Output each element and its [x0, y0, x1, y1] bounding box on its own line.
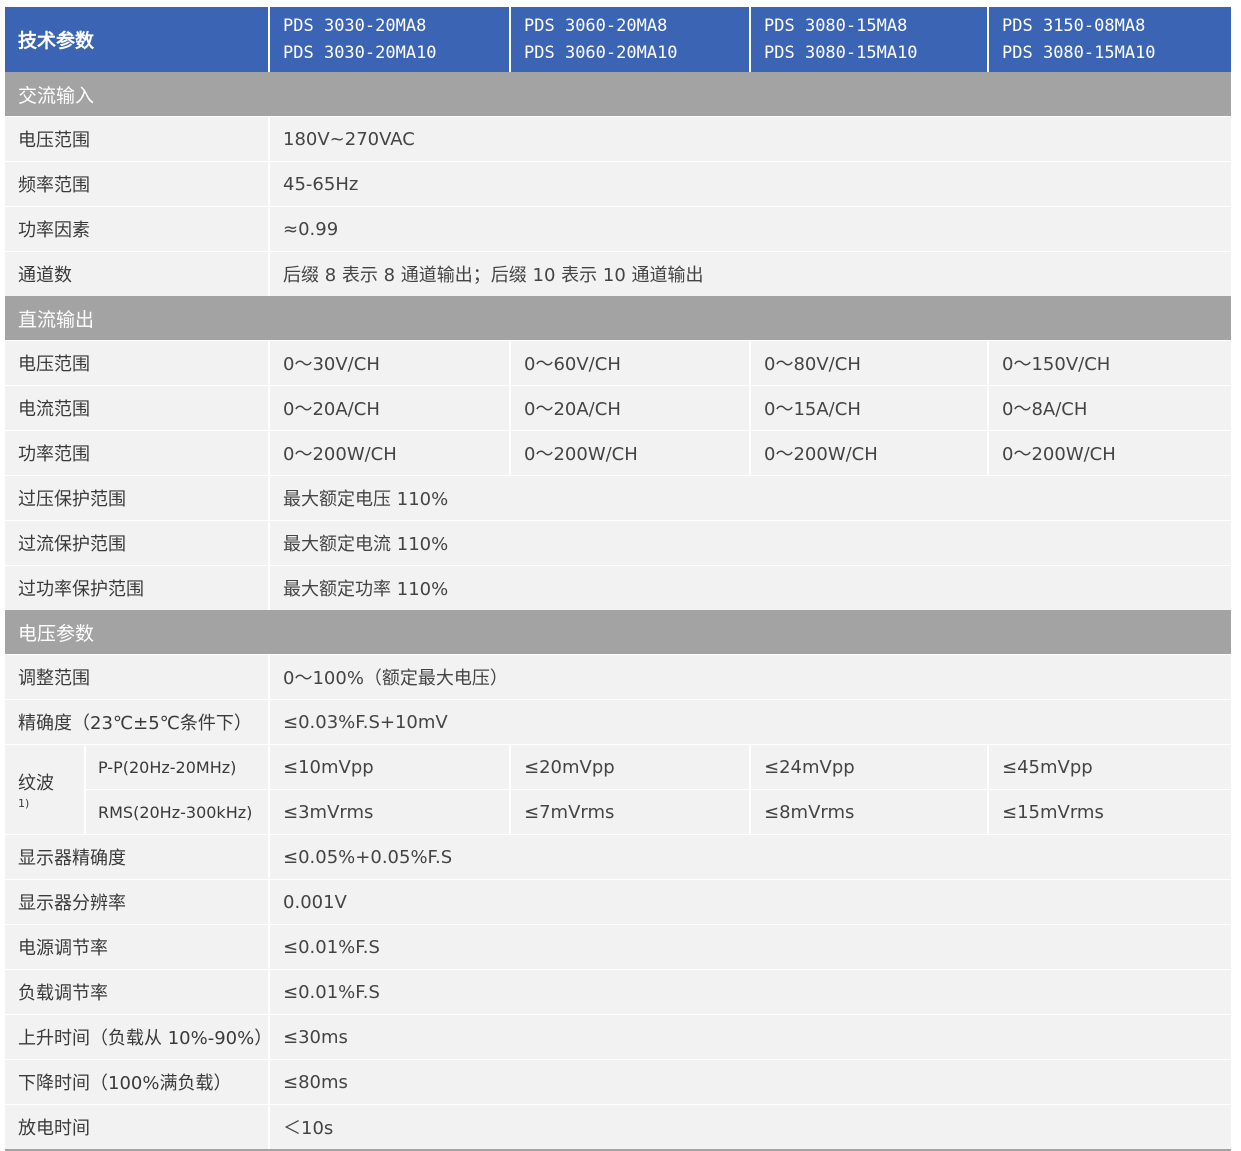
cell-value: ≤20mVpp [509, 744, 751, 790]
section-title: 交流输入 [5, 72, 1232, 117]
table-row: 功率范围 0～200W/CH 0～200W/CH 0～200W/CH 0～200… [5, 430, 1232, 476]
row-label: 过压保护范围 [5, 475, 270, 521]
spec-table: 技术参数 PDS 3030-20MA8 PDS 3030-20MA10 PDS 3… [5, 7, 1232, 1149]
header-row: 技术参数 PDS 3030-20MA8 PDS 3030-20MA10 PDS 3… [5, 7, 1232, 72]
row-value: 0～100%（额定最大电压） [268, 654, 1232, 700]
cell-value: ≤45mVpp [987, 744, 1232, 790]
row-label: 过流保护范围 [5, 520, 270, 566]
row-label: 电流范围 [5, 385, 270, 431]
table-row: 精确度（23℃±5℃条件下） ≤0.03%F.S+10mV [5, 699, 1232, 745]
table-row: 纹波 1) P-P(20Hz-20MHz) ≤10mVpp ≤20mVpp ≤24… [5, 744, 1232, 835]
row-value: ≤0.03%F.S+10mV [268, 699, 1232, 745]
row-label: 电压范围 [5, 340, 270, 386]
table-row: 下降时间（100%满负载） ≤80ms [5, 1059, 1232, 1105]
spec-table-wrapper: 技术参数 PDS 3030-20MA8 PDS 3030-20MA10 PDS 3… [5, 7, 1232, 1151]
cell-value: 0～200W/CH [509, 430, 751, 476]
row-label: 过功率保护范围 [5, 565, 270, 610]
row-value: 180V~270VAC [268, 116, 1232, 162]
cell-value: ≤15mVrms [987, 789, 1232, 835]
table-row: 显示器精确度 ≤0.05%+0.05%F.S [5, 834, 1232, 880]
row-label: 功率因素 [5, 206, 270, 252]
table-row: 放电时间 ＜10s [5, 1104, 1232, 1149]
row-label: 上升时间（负载从 10%-90%） [5, 1014, 272, 1060]
section-dc-output: 直流输出 [5, 296, 1232, 341]
cell-value: 0～200W/CH [268, 430, 511, 476]
row-value: 45-65Hz [268, 161, 1232, 207]
row-label: 电压范围 [5, 116, 270, 162]
cell-value: 0～30V/CH [268, 340, 511, 386]
table-row: 过流保护范围 最大额定电流 110% [5, 520, 1232, 566]
ripple-pp-label: P-P(20Hz-20MHz) [83, 744, 270, 790]
table-row: 过压保护范围 最大额定电压 110% [5, 475, 1232, 521]
section-ac-input: 交流输入 [5, 72, 1232, 117]
cell-value: ≤7mVrms [509, 789, 751, 835]
row-value: 最大额定电流 110% [268, 520, 1232, 566]
row-label: 显示器精确度 [5, 834, 270, 880]
row-label: 通道数 [5, 251, 270, 296]
row-value: 0.001V [268, 879, 1232, 925]
row-value: ≤0.05%+0.05%F.S [268, 834, 1232, 880]
row-label: 下降时间（100%满负载） [5, 1059, 270, 1105]
row-value: 最大额定电压 110% [268, 475, 1232, 521]
row-value: ≈0.99 [268, 206, 1232, 252]
cell-value: 0～8A/CH [987, 385, 1232, 431]
table-row: 显示器分辨率 0.001V [5, 879, 1232, 925]
table-row: 功率因素 ≈0.99 [5, 206, 1232, 252]
header-model-2: PDS 3060-20MA8 PDS 3060-20MA10 [509, 7, 751, 72]
header-model-1: PDS 3030-20MA8 PDS 3030-20MA10 [268, 7, 511, 72]
cell-value: 0～200W/CH [987, 430, 1232, 476]
row-value: ≤0.01%F.S [268, 969, 1232, 1015]
table-row: 电压范围 0～30V/CH 0～60V/CH 0～80V/CH 0～150V/C… [5, 340, 1232, 386]
row-label: 显示器分辨率 [5, 879, 270, 925]
row-label: 精确度（23℃±5℃条件下） [5, 699, 270, 745]
table-row: 电源调节率 ≤0.01%F.S [5, 924, 1232, 970]
cell-value: 0～80V/CH [749, 340, 989, 386]
table-row: 电流范围 0～20A/CH 0～20A/CH 0～15A/CH 0～8A/CH [5, 385, 1232, 431]
table-row: 电压范围 180V~270VAC [5, 116, 1232, 162]
ripple-note: 1) [18, 797, 30, 810]
header-model-3: PDS 3080-15MA8 PDS 3080-15MA10 [749, 7, 989, 72]
row-label: 调整范围 [5, 654, 270, 700]
section-title: 直流输出 [5, 296, 1232, 341]
row-value: ＜10s [268, 1104, 1232, 1149]
cell-value: ≤8mVrms [749, 789, 989, 835]
row-label: 负载调节率 [5, 969, 270, 1015]
cell-value: ≤3mVrms [268, 789, 511, 835]
row-label: 放电时间 [5, 1104, 270, 1149]
row-label: 频率范围 [5, 161, 270, 207]
row-value: ≤30ms [268, 1014, 1232, 1060]
table-row: 负载调节率 ≤0.01%F.S [5, 969, 1232, 1015]
table-row: RMS(20Hz-300kHz) ≤3mVrms ≤7mVrms ≤8mVrms… [5, 789, 1232, 835]
table-row: 上升时间（负载从 10%-90%） ≤30ms [5, 1014, 1232, 1060]
cell-value: 0～60V/CH [509, 340, 751, 386]
cell-value: 0～200W/CH [749, 430, 989, 476]
section-voltage-params: 电压参数 [5, 610, 1232, 655]
row-value: ≤80ms [268, 1059, 1232, 1105]
cell-value: 0～20A/CH [268, 385, 511, 431]
ripple-rms-label: RMS(20Hz-300kHz) [83, 789, 270, 835]
table-row: 调整范围 0～100%（额定最大电压） [5, 654, 1232, 700]
cell-value: ≤10mVpp [268, 744, 511, 790]
row-label: 功率范围 [5, 430, 270, 476]
cell-value: 0～150V/CH [987, 340, 1232, 386]
header-model-4: PDS 3150-08MA8 PDS 3080-15MA10 [987, 7, 1232, 72]
row-value: 后缀 8 表示 8 通道输出；后缀 10 表示 10 通道输出 [268, 251, 1232, 296]
cell-value: 0～15A/CH [749, 385, 989, 431]
cell-value: ≤24mVpp [749, 744, 989, 790]
row-label: 电源调节率 [5, 924, 270, 970]
section-title: 电压参数 [5, 610, 1232, 655]
ripple-label: 纹波 1) [5, 744, 85, 835]
cell-value: 0～20A/CH [509, 385, 751, 431]
row-value: 最大额定功率 110% [268, 565, 1232, 610]
header-title: 技术参数 [5, 7, 270, 72]
table-row: 过功率保护范围 最大额定功率 110% [5, 565, 1232, 610]
table-row: 通道数 后缀 8 表示 8 通道输出；后缀 10 表示 10 通道输出 [5, 251, 1232, 296]
row-value: ≤0.01%F.S [268, 924, 1232, 970]
table-row: 频率范围 45-65Hz [5, 161, 1232, 207]
